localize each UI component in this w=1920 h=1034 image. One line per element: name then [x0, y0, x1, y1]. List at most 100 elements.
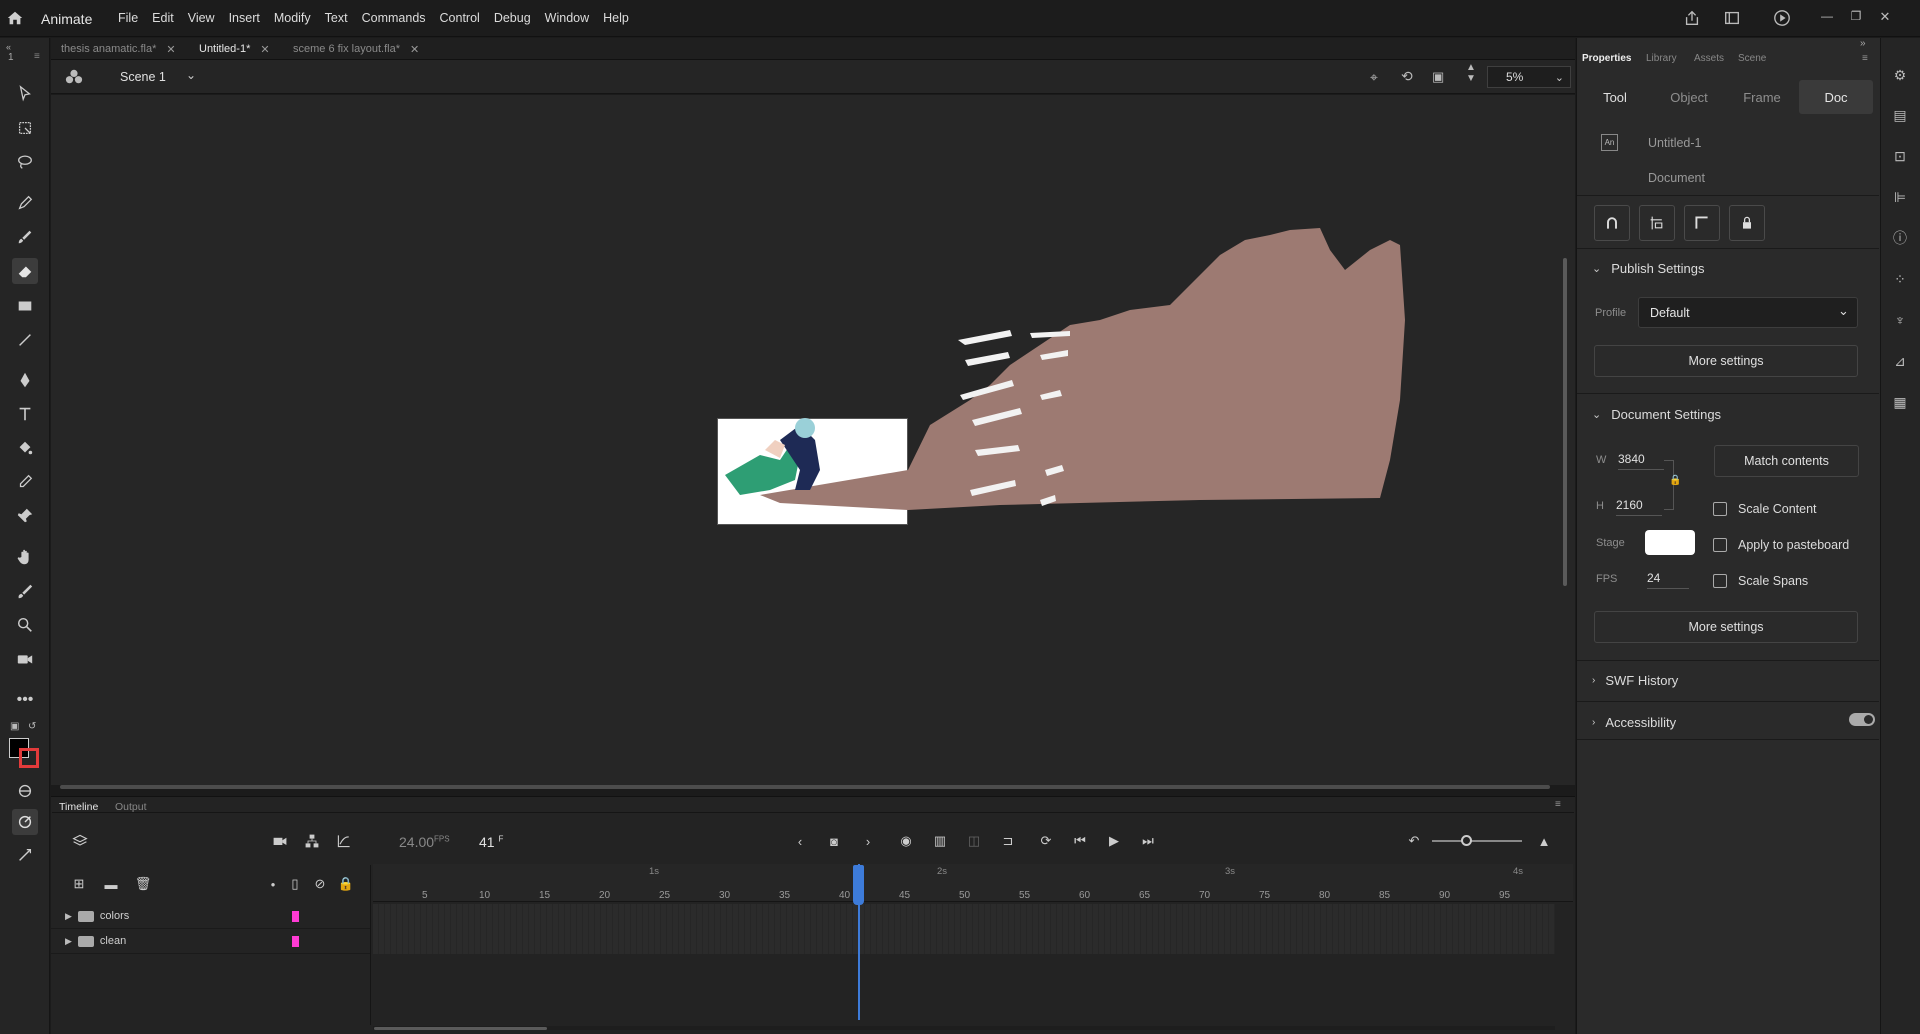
frame-number-label: 70 — [1199, 890, 1211, 901]
transform-panel-icon[interactable]: ⊡ — [1889, 145, 1911, 167]
section-title: Document Settings — [1611, 407, 1722, 422]
segment-object[interactable]: Object — [1652, 80, 1726, 114]
segment-tool[interactable]: Tool — [1578, 80, 1652, 114]
stage-color-swatch[interactable] — [1645, 530, 1695, 555]
frame-number-label: 65 — [1139, 890, 1151, 901]
scale-content-label: Scale Content — [1738, 502, 1817, 516]
frame-number-label: 25 — [659, 890, 671, 901]
snap-icon[interactable] — [1594, 205, 1630, 241]
chevron-down-icon: ⌄ — [1592, 263, 1602, 275]
segment-doc[interactable]: Doc — [1799, 80, 1873, 114]
lock-icon[interactable]: 🔒 — [336, 875, 356, 893]
publish-settings-header[interactable]: ⌄ Publish Settings — [1592, 261, 1704, 276]
parenting-icon[interactable] — [302, 832, 322, 850]
profile-select[interactable]: Default ⌄ — [1638, 297, 1858, 328]
next-keyframe-icon[interactable]: › — [858, 832, 878, 850]
document-name: Untitled-1 — [1648, 136, 1702, 150]
document-settings-header[interactable]: ⌄ Document Settings — [1592, 407, 1721, 422]
onion-outline-icon[interactable]: ◫ — [964, 832, 984, 850]
playhead-handle[interactable] — [853, 865, 864, 905]
new-folder-icon[interactable]: ▬ — [101, 875, 121, 893]
frame-number-label: 80 — [1319, 890, 1331, 901]
layer-color-swatch[interactable] — [292, 935, 299, 947]
motion-editor-icon[interactable]: ⊿ — [1889, 350, 1911, 372]
onion-skin-icon[interactable]: ◉ — [896, 832, 916, 850]
frame-number-label: 40 — [839, 890, 851, 901]
apply-pasteboard-checkbox[interactable] — [1713, 538, 1727, 552]
timeline-hscroll[interactable] — [373, 1026, 1555, 1030]
mountain-zoom-icon[interactable]: ▲ — [1534, 832, 1554, 850]
expand-icon[interactable]: ▶ — [65, 911, 72, 922]
step-forward-icon[interactable]: ⏭ — [1138, 832, 1158, 850]
timeline-zoom-slider[interactable] — [1432, 840, 1522, 842]
section-title: Accessibility — [1605, 715, 1677, 730]
scale-content-checkbox[interactable] — [1713, 502, 1727, 516]
timeline-hscroll-thumb[interactable] — [374, 1027, 547, 1030]
rulers-icon[interactable] — [1684, 205, 1720, 241]
publish-more-settings-button[interactable]: More settings — [1594, 345, 1858, 377]
section-title: SWF History — [1605, 673, 1679, 688]
tab-scene[interactable]: Scene — [1738, 53, 1766, 64]
vertical-scrollbar[interactable] — [1563, 258, 1567, 586]
center-frame-icon[interactable]: ⊐ — [998, 832, 1018, 850]
layer-color-swatch[interactable] — [292, 910, 299, 922]
accessibility-header[interactable]: › Accessibility — [1592, 715, 1676, 730]
info-panel-icon[interactable]: ⓘ — [1889, 227, 1911, 249]
swatches-panel-icon[interactable]: ▦ — [1889, 391, 1911, 413]
second-marker: 1s — [649, 866, 660, 877]
highlight-dot-icon[interactable]: ● — [263, 875, 283, 893]
zoom-slider-thumb[interactable] — [1461, 835, 1472, 846]
insert-keyframe-icon[interactable]: ◙ — [824, 832, 844, 850]
divider — [1577, 248, 1879, 249]
align-panel-icon[interactable]: ⊫ — [1889, 186, 1911, 208]
match-contents-button[interactable]: Match contents — [1714, 445, 1859, 477]
library-panel-icon[interactable]: ▤ — [1889, 104, 1911, 126]
horizontal-scrollbar[interactable] — [60, 785, 1550, 789]
edit-multiple-frames-icon[interactable]: ▥ — [930, 832, 950, 850]
chevron-down-icon: ⌄ — [1838, 303, 1849, 318]
reset-zoom-icon[interactable]: ↶ — [1404, 832, 1424, 850]
segment-frame[interactable]: Frame — [1725, 80, 1799, 114]
scale-spans-checkbox[interactable] — [1713, 574, 1727, 588]
lock-icon[interactable] — [1729, 205, 1765, 241]
graph-icon[interactable] — [334, 832, 354, 850]
layers-icon[interactable] — [70, 832, 90, 850]
tab-assets[interactable]: Assets — [1694, 53, 1724, 64]
color-panel-icon[interactable]: ⁘ — [1889, 268, 1911, 290]
divider — [52, 812, 1574, 813]
camera-icon[interactable] — [270, 832, 290, 850]
step-back-icon[interactable]: ⏮ — [1070, 832, 1090, 850]
panel-menu-icon[interactable]: ≡ — [1862, 53, 1868, 64]
width-field[interactable]: 3840 — [1618, 452, 1664, 470]
loop-icon[interactable]: ⟳ — [1036, 832, 1056, 850]
layer-name: colors — [99, 910, 130, 922]
accessibility-toggle[interactable] — [1849, 713, 1875, 726]
current-frame[interactable]: 41 F — [479, 834, 503, 850]
frame-number-label: 45 — [899, 890, 911, 901]
link-lock-icon[interactable]: 🔒 — [1669, 475, 1681, 486]
height-field[interactable]: 2160 — [1616, 498, 1662, 516]
frame-ruler[interactable] — [373, 864, 1573, 902]
tab-library[interactable]: Library — [1646, 53, 1677, 64]
properties-panel-icon[interactable]: ⚙ — [1889, 64, 1911, 86]
fps-field[interactable]: 24 — [1647, 571, 1689, 589]
new-layer-icon[interactable]: ⊞ — [69, 875, 89, 893]
toggle-knob — [1864, 715, 1873, 724]
outline-icon[interactable]: ▯ — [285, 875, 305, 893]
document-more-settings-button[interactable]: More settings — [1594, 611, 1858, 643]
collapse-icon[interactable]: » — [1860, 38, 1866, 49]
layer-row-colors[interactable]: ▶ colors — [51, 904, 371, 929]
swf-history-header[interactable]: › SWF History — [1592, 673, 1678, 688]
components-panel-icon[interactable]: ♆ — [1889, 309, 1911, 331]
tab-properties[interactable]: Properties — [1582, 53, 1631, 64]
align-grid-icon[interactable] — [1639, 205, 1675, 241]
visibility-icon[interactable]: ⊘ — [310, 875, 330, 893]
divider — [1577, 660, 1879, 661]
frames-area[interactable] — [373, 904, 1555, 954]
expand-icon[interactable]: ▶ — [65, 936, 72, 947]
delete-layer-icon[interactable]: 🗑 — [133, 875, 153, 893]
layer-row-clean[interactable]: ▶ clean — [51, 929, 371, 954]
play-icon[interactable]: ▶ — [1104, 832, 1124, 850]
panel-menu-icon[interactable]: ≡ — [1555, 799, 1561, 810]
previous-keyframe-icon[interactable]: ‹ — [790, 832, 810, 850]
